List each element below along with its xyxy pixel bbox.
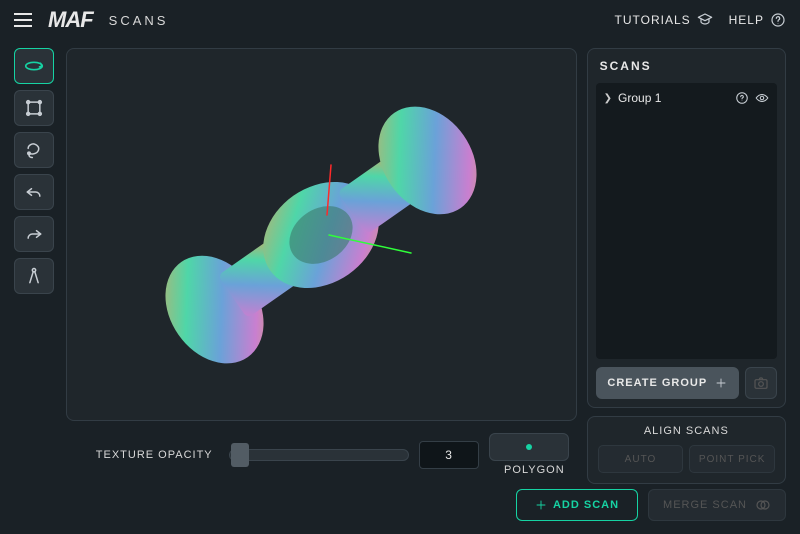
chevron-right-icon: ❯	[604, 93, 612, 104]
tutorials-button[interactable]: TUTORIALS	[615, 12, 713, 28]
rectangle-icon	[24, 98, 44, 118]
plus-icon	[535, 499, 547, 511]
orbit-icon	[23, 55, 45, 77]
create-group-label: CREATE GROUP	[607, 377, 707, 389]
add-scan-button[interactable]: ADD SCAN	[516, 489, 638, 521]
scans-panel-title: SCANS	[588, 49, 785, 83]
visibility-icon[interactable]	[755, 91, 769, 105]
left-toolbar	[14, 48, 56, 484]
group-row[interactable]: ❯ Group 1	[604, 91, 769, 105]
graduation-icon	[697, 12, 713, 28]
align-pointpick-button[interactable]: POINT PICK	[689, 445, 775, 473]
texture-opacity-value[interactable]: 3	[419, 441, 479, 469]
view-mode-toggle[interactable]	[489, 433, 569, 461]
slider-thumb[interactable]	[231, 443, 249, 467]
lasso-select-tool-button[interactable]	[14, 132, 54, 168]
texture-opacity-slider[interactable]	[229, 441, 409, 469]
merge-icon	[755, 497, 771, 513]
undo-icon	[24, 182, 44, 202]
snapshot-button[interactable]	[745, 367, 777, 399]
align-panel-title: ALIGN SCANS	[598, 425, 775, 437]
rectangle-select-tool-button[interactable]	[14, 90, 54, 126]
group-name: Group 1	[618, 91, 729, 105]
redo-icon	[24, 224, 44, 244]
menu-icon[interactable]	[14, 13, 32, 27]
scans-panel: SCANS ❯ Group 1 CREATE GROUP	[587, 48, 786, 408]
texture-opacity-label: TEXTURE OPACITY	[96, 449, 213, 461]
orbit-tool-button[interactable]	[14, 48, 54, 84]
section-title: SCANS	[109, 13, 169, 28]
help-small-icon[interactable]	[735, 91, 749, 105]
align-auto-button[interactable]: AUTO	[598, 445, 684, 473]
redo-tool-button[interactable]	[14, 216, 54, 252]
add-scan-label: ADD SCAN	[553, 499, 619, 511]
compass-icon	[24, 266, 44, 286]
footer: ADD SCAN MERGE SCAN	[0, 484, 800, 534]
header: MAF SCANS TUTORIALS HELP	[0, 0, 800, 40]
viewport-controls: TEXTURE OPACITY 3 POLYGON	[66, 429, 577, 484]
create-group-button[interactable]: CREATE GROUP	[596, 367, 739, 399]
lasso-icon	[24, 140, 44, 160]
app-logo: MAF	[48, 7, 93, 33]
help-label: HELP	[729, 13, 764, 27]
merge-scan-label: MERGE SCAN	[663, 499, 747, 511]
measure-tool-button[interactable]	[14, 258, 54, 294]
tutorials-label: TUTORIALS	[615, 13, 691, 27]
view-mode-label: POLYGON	[504, 464, 569, 476]
scanned-mesh	[91, 75, 551, 395]
undo-tool-button[interactable]	[14, 174, 54, 210]
scans-list: ❯ Group 1	[596, 83, 777, 359]
plus-icon	[715, 377, 727, 389]
merge-scan-button[interactable]: MERGE SCAN	[648, 489, 786, 521]
indicator-dot-icon	[526, 444, 532, 450]
help-button[interactable]: HELP	[729, 12, 786, 28]
align-scans-panel: ALIGN SCANS AUTO POINT PICK	[587, 416, 786, 484]
help-icon	[770, 12, 786, 28]
3d-viewport[interactable]	[66, 48, 577, 421]
camera-icon	[753, 375, 769, 391]
